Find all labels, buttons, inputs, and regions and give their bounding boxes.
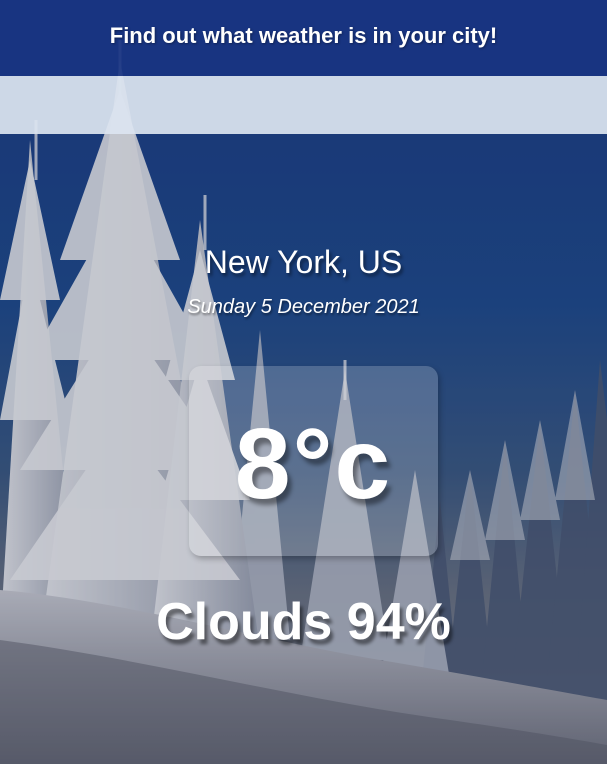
current-date: Sunday 5 December 2021 (187, 296, 420, 318)
app-header: Find out what weather is in your city! (0, 0, 607, 76)
weather-condition: Clouds 94% (156, 593, 451, 651)
temperature-value: 8°c (234, 407, 393, 520)
location-name: New York, US (204, 244, 403, 280)
temperature-card: 8°c (189, 366, 438, 556)
header-title: Find out what weather is in your city! (109, 23, 498, 48)
city-search-input[interactable] (0, 76, 607, 134)
